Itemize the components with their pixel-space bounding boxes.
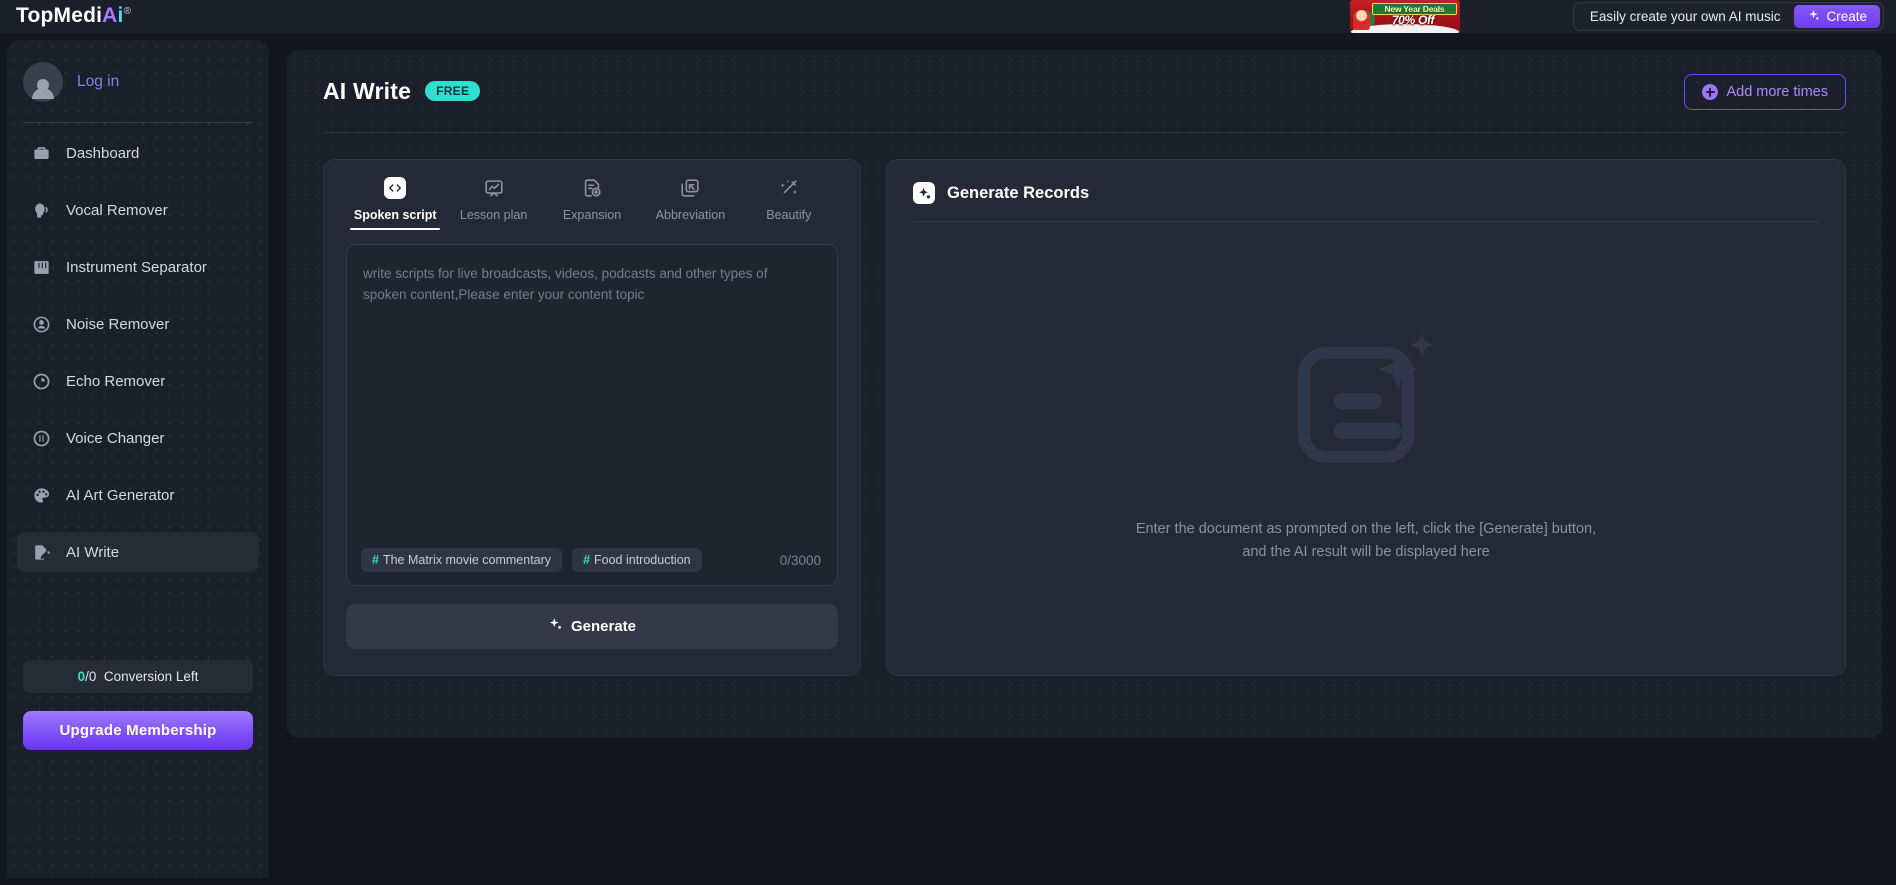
upgrade-membership-button[interactable]: Upgrade Membership <box>23 711 253 750</box>
sidebar-item-ai-write[interactable]: AI Write <box>17 532 259 572</box>
empty-state-text: Enter the document as prompted on the le… <box>1136 518 1596 564</box>
sidebar-item-label: AI Write <box>66 543 120 561</box>
sidebar-item-label: AI Art Generator <box>66 486 175 504</box>
tab-label: Spoken script <box>353 208 437 222</box>
tab-label: Beautify <box>766 208 812 222</box>
sidebar-item-label: Voice Changer <box>66 429 165 447</box>
empty-state-line-2: and the AI result will be displayed here <box>1242 544 1490 560</box>
echo-circle-icon <box>31 371 51 391</box>
sidebar-item-label: Echo Remover <box>66 372 166 390</box>
palette-icon <box>31 485 51 505</box>
create-button-label: Create <box>1826 9 1867 24</box>
panels-row: Spoken script Lesson plan Expansion Abbr… <box>287 133 1882 676</box>
generate-records-panel: Generate Records Enter the document as p… <box>886 159 1846 676</box>
sidebar-item-label: Instrument Separator <box>66 258 207 276</box>
sidebar-item-vocal-remover[interactable]: Vocal Remover <box>17 190 259 230</box>
ai-music-promo: Easily create your own AI music Create <box>1572 2 1884 31</box>
promo-banner[interactable]: New Year Deals 70% Off <box>1350 0 1460 33</box>
empty-document-icon <box>1290 331 1442 478</box>
login-link[interactable]: Log in <box>77 73 119 91</box>
briefcase-icon <box>31 143 51 163</box>
profile-row[interactable]: Log in <box>7 40 269 102</box>
top-bar: TopMediAi® New Year Deals 70% Off Easily… <box>0 0 1896 33</box>
sidebar-item-label: Dashboard <box>66 144 140 162</box>
main-content: AI Write FREE Add more times Spoken scri… <box>287 50 1882 738</box>
suggestion-chip-label: Food introduction <box>594 553 691 567</box>
noise-waves-icon <box>31 314 51 334</box>
avatar <box>23 62 63 102</box>
records-title: Generate Records <box>947 183 1090 202</box>
suggestion-chip-label: The Matrix movie commentary <box>382 553 552 567</box>
tab-lesson-plan[interactable]: Lesson plan <box>444 176 542 230</box>
sidebar-item-noise-remover[interactable]: Noise Remover <box>17 304 259 344</box>
sparkle-icon <box>548 617 563 636</box>
tab-label: Lesson plan <box>459 208 528 222</box>
hash-icon: # <box>583 553 591 567</box>
promo-discount: 70% Off <box>1391 13 1435 27</box>
voice-changer-icon <box>31 428 51 448</box>
tab-beautify[interactable]: Beautify <box>740 176 838 230</box>
generate-button-label: Generate <box>570 618 637 635</box>
sidebar-item-label: Noise Remover <box>66 315 170 333</box>
empty-state-line-1: Enter the document as prompted on the le… <box>1135 521 1597 537</box>
page-header: AI Write FREE Add more times <box>287 50 1882 132</box>
generate-button[interactable]: Generate <box>346 604 838 649</box>
tab-expansion[interactable]: Expansion <box>543 176 641 230</box>
avatar-body-shape <box>32 87 54 99</box>
plus-circle-icon <box>1702 84 1719 100</box>
sidebar-item-label: Vocal Remover <box>66 201 168 219</box>
sidebar-item-voice-changer[interactable]: Voice Changer <box>17 418 259 458</box>
hash-icon: # <box>372 553 379 567</box>
character-counter: 0/3000 <box>779 552 821 568</box>
brand-logo[interactable]: TopMediAi® <box>16 4 131 28</box>
create-button[interactable]: Create <box>1794 5 1880 28</box>
conversion-left-box: 0/0 Conversion Left <box>23 660 253 693</box>
brand-letter-a: A <box>102 4 118 27</box>
composer-panel: Spoken script Lesson plan Expansion Abbr… <box>323 159 861 676</box>
sidebar-item-echo-remover[interactable]: Echo Remover <box>17 361 259 401</box>
sidebar-item-dashboard[interactable]: Dashboard <box>17 133 259 173</box>
sidebar-item-instrument-separator[interactable]: Instrument Separator <box>17 247 259 287</box>
tab-label: Expansion <box>562 208 622 222</box>
ai-music-text: Easily create your own AI music <box>1589 9 1781 24</box>
page-title: AI Write <box>323 77 412 104</box>
doc-plus-icon <box>580 176 604 200</box>
conversion-label: Conversion Left <box>103 669 199 684</box>
sparkle-icon <box>1807 9 1820 25</box>
tab-label: Abbreviation <box>655 208 726 222</box>
magic-wand-icon <box>777 176 801 200</box>
add-more-times-button[interactable]: Add more times <box>1684 74 1846 110</box>
suggestion-chip[interactable]: # Food introduction <box>572 548 702 572</box>
sidebar-divider <box>23 122 253 123</box>
voice-head-icon <box>31 200 51 220</box>
editor-footer: # The Matrix movie commentary # Food intro… <box>361 548 821 572</box>
tab-bar: Spoken script Lesson plan Expansion Abbr… <box>346 160 838 230</box>
pencil-doc-icon <box>31 542 51 562</box>
brand-name: TopMedi <box>16 4 103 27</box>
conversion-count: 0 <box>77 669 86 684</box>
sidebar-nav: Dashboard Vocal Remover Instrument Separ… <box>7 133 269 572</box>
empty-state: Enter the document as prompted on the le… <box>887 220 1845 675</box>
status-badge: FREE <box>425 81 481 101</box>
sidebar: Log in Dashboard Vocal Remover Instrumen… <box>7 40 269 878</box>
code-file-icon <box>383 176 407 200</box>
collapse-doc-icon <box>678 176 702 200</box>
prompt-placeholder: write scripts for live broadcasts, video… <box>363 266 768 302</box>
sidebar-footer: 0/0 Conversion Left Upgrade Membership <box>23 660 253 750</box>
tab-spoken-script[interactable]: Spoken script <box>346 176 444 230</box>
tab-abbreviation[interactable]: Abbreviation <box>641 176 739 230</box>
add-more-times-label: Add more times <box>1726 84 1828 100</box>
piano-keys-icon <box>31 257 51 277</box>
records-header: Generate Records <box>913 182 1819 204</box>
brand-registered-mark: ® <box>123 6 132 17</box>
chart-board-icon <box>482 176 506 200</box>
suggestion-chip[interactable]: # The Matrix movie commentary <box>361 548 563 572</box>
conversion-total: /0 <box>85 669 97 684</box>
prompt-editor[interactable]: write scripts for live broadcasts, video… <box>346 244 838 586</box>
sidebar-item-ai-art-generator[interactable]: AI Art Generator <box>17 475 259 515</box>
records-sparkle-icon <box>913 182 935 204</box>
